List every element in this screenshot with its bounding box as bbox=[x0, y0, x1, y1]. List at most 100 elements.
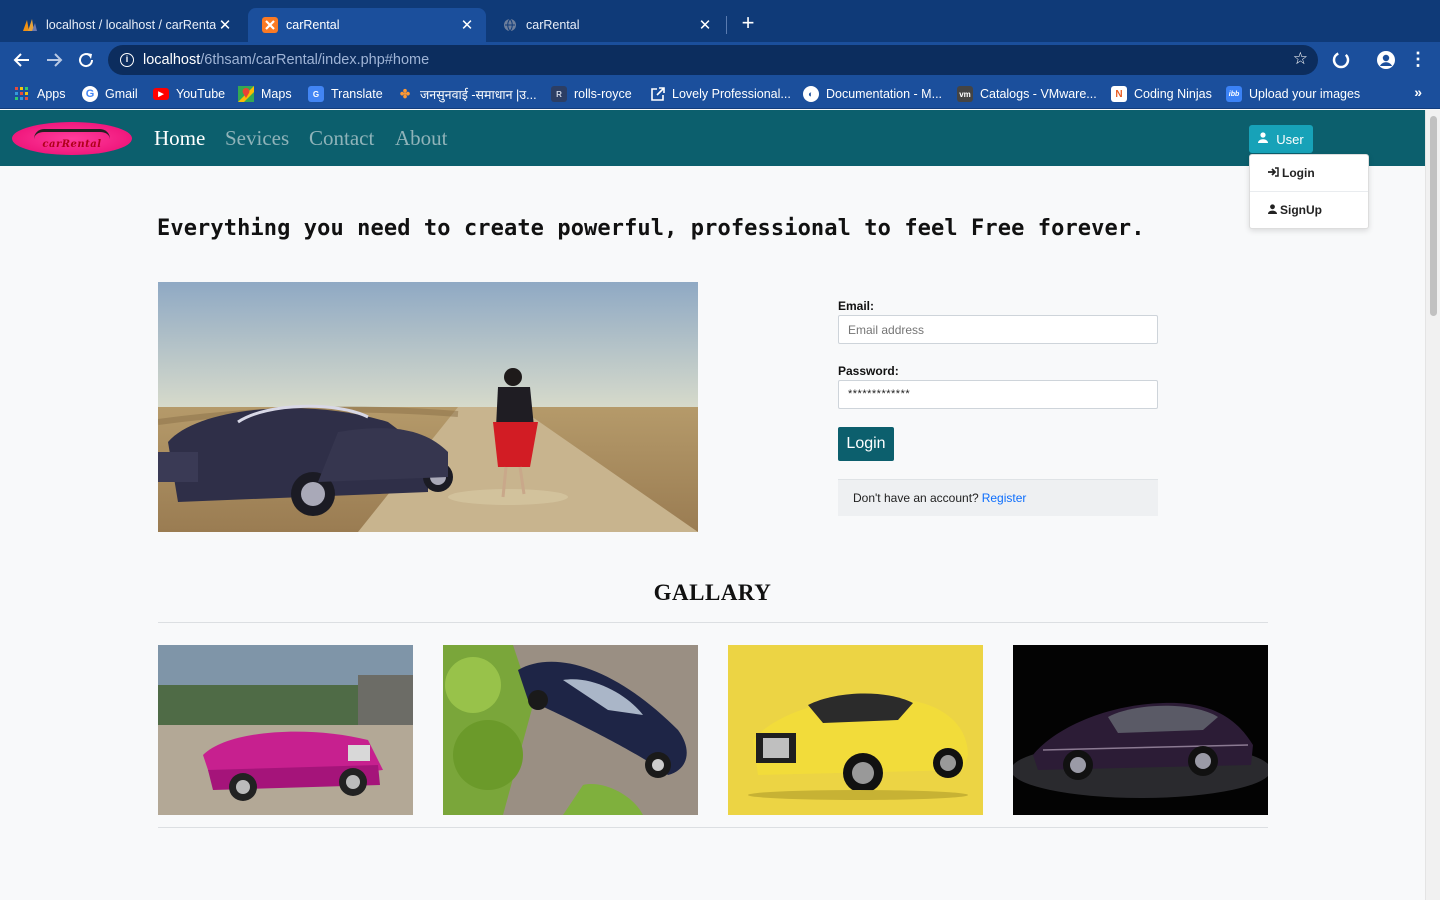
rolls-royce-icon: R bbox=[551, 86, 567, 102]
nav-about[interactable]: About bbox=[395, 126, 448, 151]
logo-text: carRental bbox=[42, 139, 102, 150]
coding-ninjas-icon: N bbox=[1111, 86, 1127, 102]
bookmark-label: Lovely Professional... bbox=[672, 87, 791, 101]
close-tab-icon[interactable]: ✕ bbox=[216, 16, 234, 34]
gallery-title: GALLARY bbox=[653, 580, 772, 605]
scrollbar-thumb[interactable] bbox=[1430, 116, 1437, 316]
gallery-divider-top bbox=[158, 622, 1268, 623]
maps-icon bbox=[238, 86, 254, 102]
site-logo[interactable]: carRental bbox=[12, 122, 132, 155]
bookmark-translate[interactable]: G Translate bbox=[308, 84, 383, 104]
dropdown-signup[interactable]: SignUp bbox=[1250, 192, 1368, 228]
documentation-icon: ◐ bbox=[803, 86, 819, 102]
nav-services[interactable]: Sevices bbox=[225, 126, 289, 151]
close-tab-icon[interactable]: ✕ bbox=[696, 16, 714, 34]
bookmark-star-icon[interactable]: ☆ bbox=[1293, 49, 1308, 69]
browser-tab-phpmyadmin[interactable]: localhost / localhost / carRental / ✕ bbox=[8, 8, 244, 42]
email-label: Email: bbox=[838, 299, 875, 313]
bookmark-youtube[interactable]: ▶ YouTube bbox=[153, 84, 225, 104]
dropdown-login[interactable]: Login bbox=[1250, 155, 1368, 191]
bookmark-label: Catalogs - VMware... bbox=[980, 87, 1097, 101]
bookmark-label: जनसुनवाई -समाधान |उ... bbox=[420, 87, 537, 102]
bookmark-label: rolls-royce bbox=[574, 87, 632, 101]
phpmyadmin-icon bbox=[22, 17, 38, 33]
bookmark-gmail[interactable]: G Gmail bbox=[82, 84, 138, 104]
browser-toolbar: i localhost/6thsam/carRental/index.php#h… bbox=[0, 42, 1440, 78]
gallery-image-navy-coupe[interactable] bbox=[443, 645, 698, 815]
bookmark-documentation[interactable]: ◐ Documentation - M... bbox=[803, 84, 942, 104]
google-icon: G bbox=[82, 86, 98, 102]
page-content: carRental Home Sevices Contact About Use… bbox=[0, 110, 1425, 900]
bookmark-label: Translate bbox=[331, 87, 383, 101]
bookmark-upload-images[interactable]: ibb Upload your images bbox=[1226, 84, 1360, 104]
reload-icon[interactable] bbox=[74, 48, 98, 72]
browser-tab-carrental[interactable]: carRental ✕ bbox=[488, 8, 724, 42]
profile-avatar-icon[interactable] bbox=[1376, 50, 1396, 70]
dropdown-signup-label: SignUp bbox=[1280, 203, 1322, 217]
hero-headline: Everything you need to create powerful, … bbox=[157, 216, 1145, 241]
password-field[interactable]: ************* bbox=[838, 380, 1158, 409]
bookmarks-overflow-icon[interactable]: » bbox=[1414, 84, 1422, 100]
user-icon bbox=[1258, 132, 1269, 146]
gallery-image-dark-purple-sedan[interactable] bbox=[1013, 645, 1268, 815]
bookmark-label: Documentation - M... bbox=[826, 87, 943, 101]
bookmark-label: Apps bbox=[37, 87, 66, 101]
register-prompt: Don't have an account? Register bbox=[838, 479, 1158, 516]
url-host: localhost bbox=[143, 52, 201, 68]
url-path: /6thsam/carRental/index.php#home bbox=[200, 52, 430, 68]
bookmark-maps[interactable]: Maps bbox=[238, 84, 292, 104]
gallery-image-yellow-coupe[interactable] bbox=[728, 645, 983, 815]
tab-separator bbox=[726, 16, 727, 34]
ibb-icon: ibb bbox=[1226, 86, 1242, 102]
close-tab-icon[interactable]: ✕ bbox=[458, 16, 476, 34]
bookmark-label: Upload your images bbox=[1249, 87, 1361, 101]
external-link-icon bbox=[649, 86, 665, 102]
back-arrow-icon[interactable] bbox=[10, 48, 34, 72]
tab-title: carRental bbox=[286, 18, 340, 32]
bookmark-rolls-royce[interactable]: R rolls-royce bbox=[551, 84, 632, 104]
bookmark-label: Coding Ninjas bbox=[1134, 87, 1212, 101]
emblem-icon: ✤ bbox=[399, 87, 411, 101]
hero-car-photo bbox=[158, 282, 698, 532]
user-button-label: User bbox=[1276, 131, 1304, 147]
bookmark-apps[interactable]: Apps bbox=[14, 84, 66, 104]
bookmark-coding-ninjas[interactable]: N Coding Ninjas bbox=[1111, 84, 1212, 104]
forward-arrow-icon[interactable] bbox=[42, 48, 66, 72]
tab-title: localhost / localhost / carRental / bbox=[46, 18, 216, 32]
xampp-icon bbox=[262, 17, 278, 33]
globe-icon bbox=[502, 17, 518, 33]
email-field[interactable] bbox=[838, 315, 1158, 344]
info-icon[interactable]: i bbox=[120, 53, 134, 67]
page-scrollbar[interactable] bbox=[1425, 110, 1440, 900]
apps-grid-icon bbox=[14, 86, 30, 102]
bookmark-label: Maps bbox=[261, 87, 292, 101]
youtube-icon: ▶ bbox=[153, 88, 169, 100]
bookmark-label: Gmail bbox=[105, 87, 138, 101]
site-navbar: carRental Home Sevices Contact About Use… bbox=[0, 110, 1425, 166]
login-button[interactable]: Login bbox=[838, 427, 894, 461]
browser-tabstrip: localhost / localhost / carRental / ✕ ca… bbox=[0, 0, 1440, 42]
car-silhouette-icon bbox=[34, 129, 110, 139]
user-icon bbox=[1268, 203, 1277, 217]
gallery-divider-bottom bbox=[158, 827, 1268, 828]
bookmark-label: YouTube bbox=[176, 87, 226, 101]
bookmark-vmware[interactable]: vm Catalogs - VMware... bbox=[957, 84, 1097, 104]
tab-title: carRental bbox=[526, 18, 580, 32]
nav-home[interactable]: Home bbox=[154, 126, 205, 151]
bookmark-lovely-professional[interactable]: Lovely Professional... bbox=[649, 84, 791, 104]
menu-dots-icon[interactable]: ⋮ bbox=[1408, 50, 1428, 70]
translate-icon: G bbox=[308, 86, 324, 102]
address-bar[interactable]: i localhost/6thsam/carRental/index.php#h… bbox=[108, 45, 1318, 75]
nav-contact[interactable]: Contact bbox=[309, 126, 374, 151]
user-dropdown-button[interactable]: User bbox=[1249, 125, 1313, 153]
user-dropdown-menu: Login SignUp bbox=[1249, 154, 1369, 229]
vmware-icon: vm bbox=[957, 86, 973, 102]
bookmark-jansunwai[interactable]: ✤ जनसुनवाई -समाधान |उ... bbox=[397, 84, 537, 104]
sync-extension-icon[interactable] bbox=[1331, 50, 1351, 70]
password-label: Password: bbox=[838, 364, 899, 378]
browser-tab-carrental-active[interactable]: carRental ✕ bbox=[248, 8, 486, 42]
sign-in-icon bbox=[1268, 166, 1279, 180]
gallery-image-magenta-convertible[interactable] bbox=[158, 645, 413, 815]
new-tab-icon[interactable]: + bbox=[736, 12, 760, 36]
register-link[interactable]: Register bbox=[982, 491, 1027, 505]
